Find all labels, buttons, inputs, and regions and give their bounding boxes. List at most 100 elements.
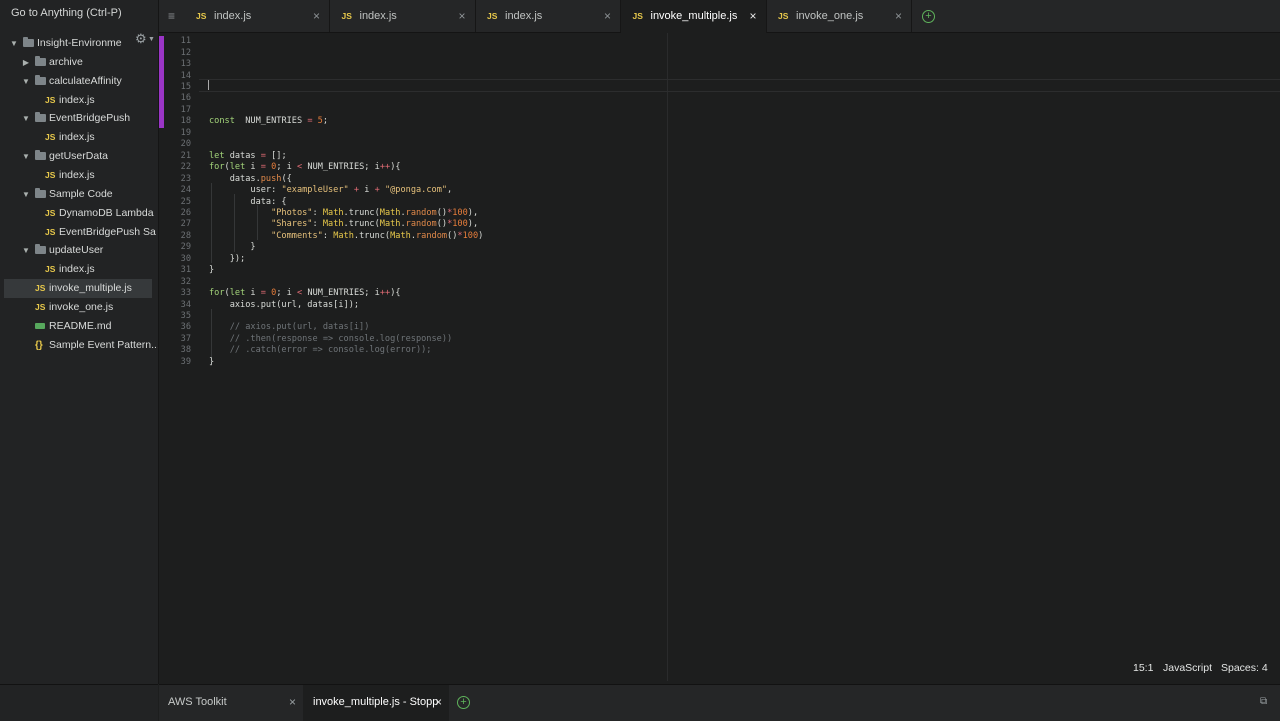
line-content: data: { — [209, 196, 287, 208]
new-tab-button[interactable]: + — [922, 10, 935, 23]
folder-item[interactable]: ▼ Sample Code — [0, 185, 158, 204]
close-icon[interactable]: × — [435, 695, 442, 709]
line-number: 36 — [180, 322, 191, 333]
file-item[interactable]: JS index.js — [0, 128, 158, 147]
language-mode[interactable]: JavaScript — [1163, 662, 1212, 674]
maximize-panel-icon[interactable]: ⧉ — [1260, 696, 1270, 707]
line-number: 21 — [180, 150, 191, 161]
go-to-anything-input[interactable]: Go to Anything (Ctrl-P) — [0, 0, 158, 26]
file-item[interactable]: JS index.js — [0, 260, 158, 279]
line-number: 29 — [180, 242, 191, 253]
panel-tab-aws-toolkit[interactable]: AWS Toolkit × — [159, 685, 302, 721]
tab-label: index.js — [505, 10, 543, 22]
file-item[interactable]: JS index.js — [0, 166, 158, 185]
code-token: () — [447, 230, 458, 241]
chevron-down-icon[interactable]: ▼ — [21, 241, 31, 260]
tree-item-label: EventBridgePush — [49, 112, 131, 125]
code-token: for — [209, 288, 225, 299]
code-token: Math — [379, 219, 401, 230]
file-item[interactable]: {} Sample Event Pattern... — [0, 336, 158, 355]
code-token: axios.put(url, datas[i]); — [209, 299, 360, 310]
close-icon[interactable]: × — [604, 9, 611, 23]
editor-tab[interactable]: JS index.js × — [184, 0, 330, 32]
code-token: NUM_ENTRIES; i — [302, 288, 380, 299]
javascript-file-icon: JS — [45, 264, 56, 275]
new-panel-tab-button[interactable]: + — [457, 696, 470, 709]
javascript-file-icon: JS — [45, 169, 56, 180]
folder-item[interactable]: ▼ updateUser — [0, 241, 158, 260]
file-item[interactable]: JS invoke_multiple.js — [4, 279, 152, 299]
folder-icon — [35, 150, 46, 161]
sidebar-bottom-strip — [0, 684, 158, 721]
panel-tab-invoke-multiple[interactable]: invoke_multiple.js - Stopp × — [303, 685, 449, 721]
code-token: ; — [322, 116, 329, 127]
tree-item-label: calculateAffinity — [49, 74, 122, 87]
line-number: 19 — [180, 127, 191, 138]
code-token: ({ — [281, 173, 292, 184]
code-token: data: { — [209, 196, 287, 207]
menu-icon[interactable]: ≡ — [168, 9, 175, 23]
file-item[interactable]: JS index.js — [0, 91, 158, 110]
chevron-down-icon[interactable]: ▼ — [9, 34, 19, 53]
code-token: 100 — [452, 207, 468, 218]
close-icon[interactable]: × — [313, 9, 320, 23]
tree-item-label: invoke_multiple.js — [49, 282, 132, 295]
tree-item-label: index.js — [59, 131, 95, 144]
code-token: random — [405, 207, 437, 218]
line-number: 24 — [180, 185, 191, 196]
javascript-file-icon: JS — [487, 11, 498, 21]
editor-tab[interactable]: JS invoke_one.js × — [766, 0, 912, 32]
javascript-file-icon: JS — [196, 11, 207, 21]
folder-item[interactable]: ▼ EventBridgePush — [0, 109, 158, 128]
panel-tab-label: AWS Toolkit — [168, 696, 227, 708]
line-content: for(let i = 0; i < NUM_ENTRIES; i++){ — [209, 162, 401, 173]
folder-item[interactable]: ▼ calculateAffinity — [0, 72, 158, 91]
chevron-right-icon[interactable]: ▶ — [21, 53, 31, 72]
code-token: () — [436, 219, 448, 230]
cursor-position[interactable]: 15:1 — [1133, 662, 1153, 674]
indentation-setting[interactable]: Spaces: 4 — [1221, 662, 1268, 674]
file-item[interactable]: JS EventBridgePush Sa — [0, 223, 158, 242]
javascript-file-icon: JS — [778, 11, 789, 21]
folder-item[interactable]: ▼ getUserData — [0, 147, 158, 166]
file-item[interactable]: README.md — [0, 317, 158, 336]
chevron-down-icon[interactable]: ▼ — [21, 72, 31, 91]
chevron-down-icon[interactable]: ▼ — [21, 109, 31, 128]
close-icon[interactable]: × — [895, 9, 902, 23]
code-token: } — [209, 265, 215, 276]
file-item[interactable]: JS invoke_one.js — [0, 298, 158, 317]
line-content: const NUM_ENTRIES = 5; — [209, 116, 328, 127]
file-item[interactable]: JS DynamoDB Lambda — [0, 204, 158, 223]
tab-label: index.js — [214, 10, 252, 22]
code-token: 0 — [265, 162, 277, 173]
close-icon[interactable]: × — [749, 9, 756, 23]
folder-item[interactable]: ▼ Insight-Environme — [0, 34, 158, 53]
line-number: 37 — [180, 333, 191, 344]
close-icon[interactable]: × — [458, 9, 465, 23]
javascript-file-icon: JS — [45, 94, 56, 105]
code-token: + — [348, 185, 360, 196]
folder-item[interactable]: ▶ archive — [0, 53, 158, 72]
code-token: Math — [322, 219, 344, 230]
code-token: 100 — [452, 219, 468, 230]
code-token: ), — [467, 207, 479, 218]
code-token: } — [209, 356, 215, 367]
editor-tab[interactable]: JS index.js × — [475, 0, 621, 32]
editor-tab-bar: ≡ JS index.js × JS index.js × JS index.js × JS inv… — [159, 0, 1280, 33]
chevron-down-icon[interactable]: ▼ — [21, 185, 31, 204]
code-token: , — [447, 185, 453, 196]
line-number: 38 — [180, 345, 191, 356]
chevron-down-icon[interactable]: ▼ — [21, 147, 31, 166]
line-content: // .catch(error => console.log(error)); — [209, 345, 432, 356]
tree-item-label: index.js — [59, 168, 95, 181]
editor-tab[interactable]: JS invoke_multiple.js × — [620, 0, 767, 33]
code-token: random — [416, 230, 448, 241]
editor-tab[interactable]: JS index.js × — [330, 0, 476, 32]
line-content: let datas = []; — [209, 151, 287, 162]
code-token: datas — [224, 150, 261, 161]
code-token: Math — [322, 207, 344, 218]
code-editor[interactable]: 11 12 13 14 15 16 17 18 const NUM_ENTRIES = 5; 19… — [159, 33, 1280, 681]
tree-item-label: index.js — [59, 93, 95, 106]
javascript-file-icon: JS — [45, 132, 56, 143]
close-icon[interactable]: × — [289, 695, 296, 709]
